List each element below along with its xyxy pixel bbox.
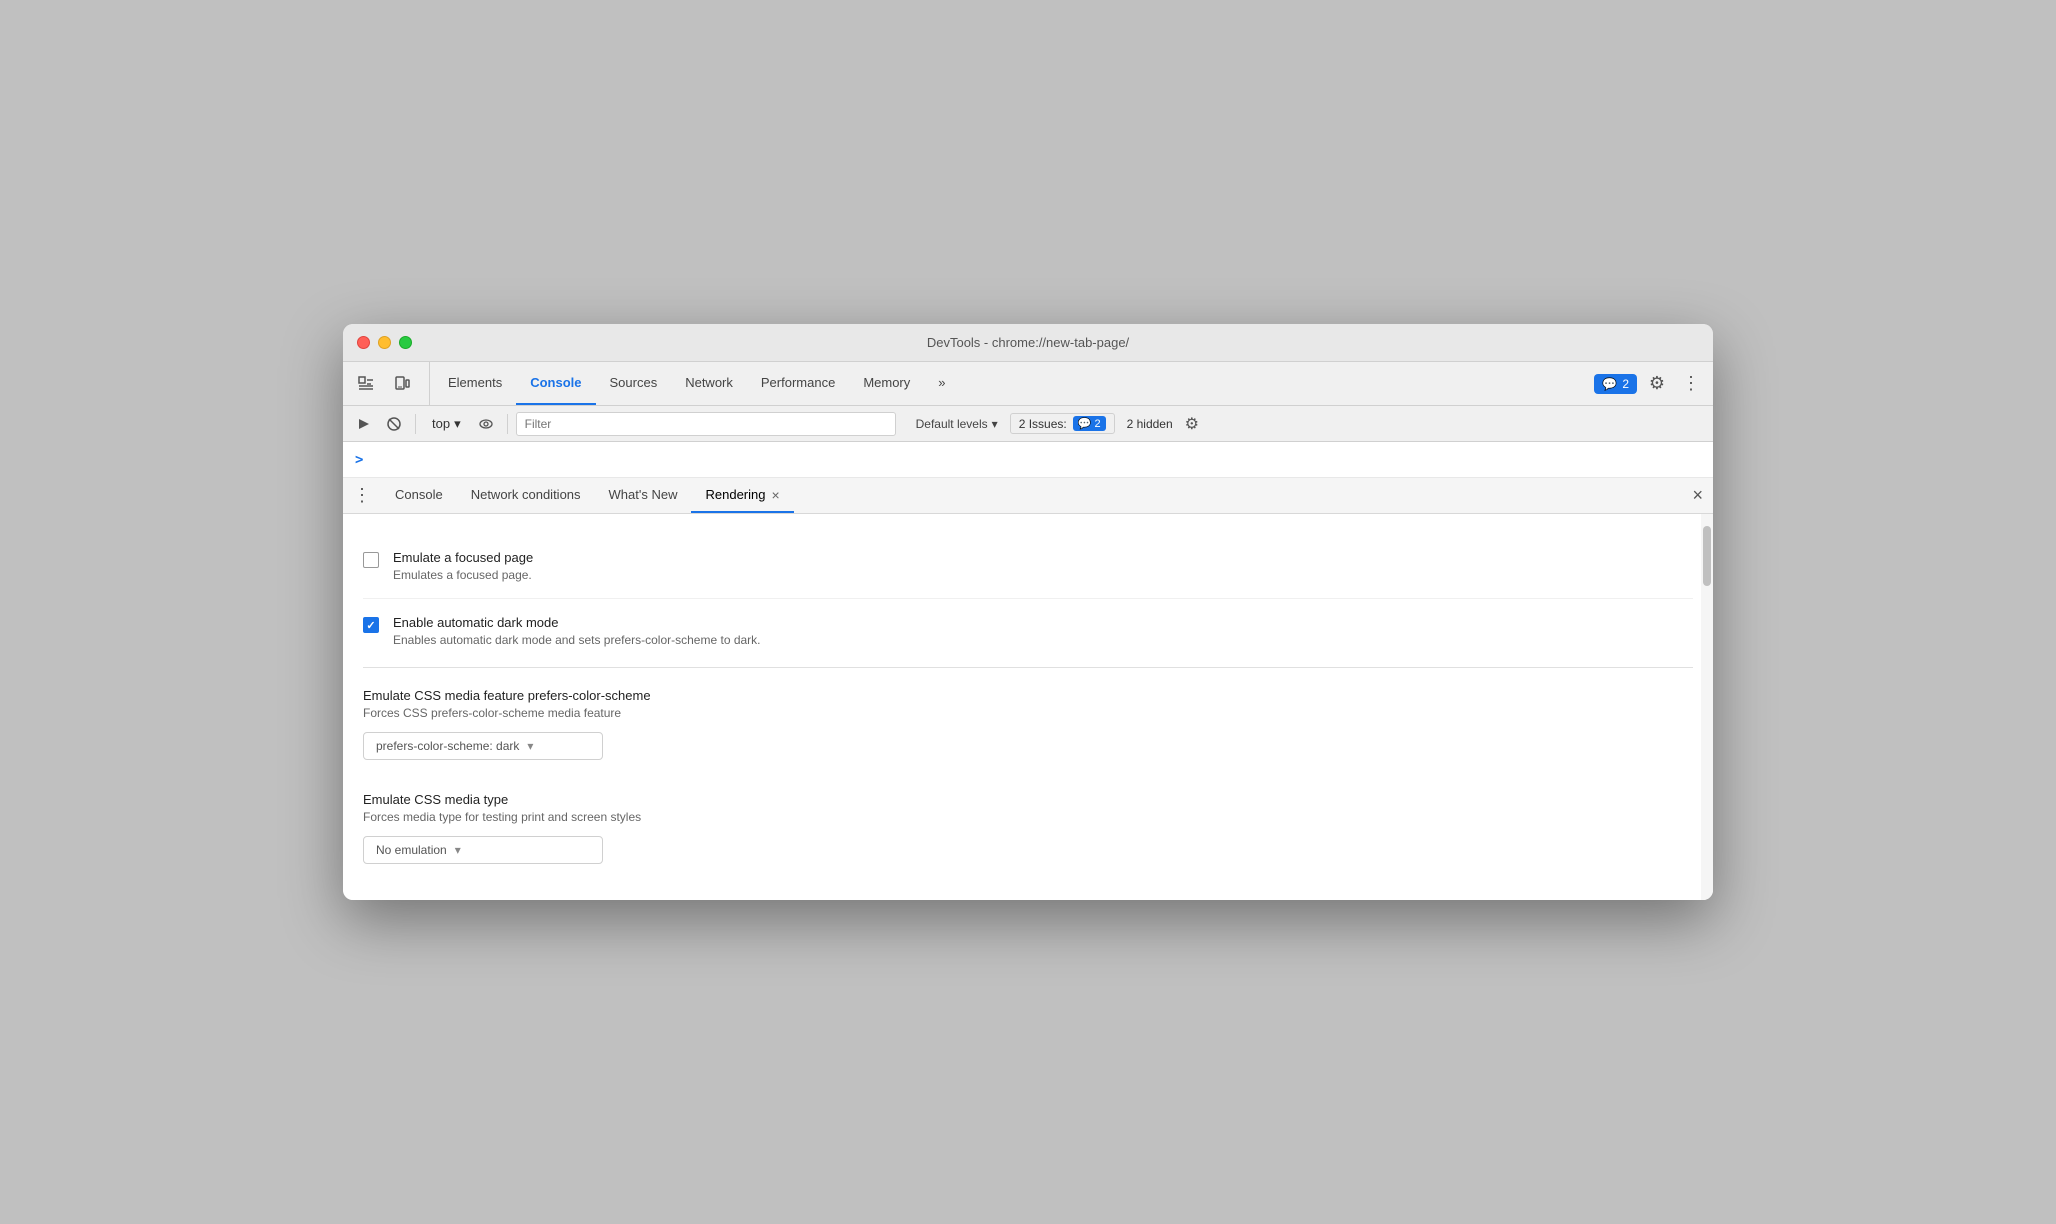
close-drawer-icon[interactable]: ×	[1692, 478, 1713, 513]
tab-console[interactable]: Console	[516, 362, 595, 405]
css-media-title: Emulate CSS media feature prefers-color-…	[363, 688, 1693, 703]
filter-input[interactable]	[516, 412, 896, 436]
more-options-button[interactable]: ⋮	[1677, 370, 1705, 398]
issues-badge-icon: 💬	[1602, 377, 1617, 391]
window-title: DevTools - chrome://new-tab-page/	[927, 335, 1129, 350]
bottom-tab-network-conditions[interactable]: Network conditions	[457, 478, 595, 513]
bottom-tab-menu-icon[interactable]: ⋮	[343, 478, 381, 513]
chevron-down-icon: ▾	[527, 739, 533, 753]
focused-page-checkbox[interactable]	[363, 552, 379, 568]
issues-badge[interactable]: 💬 2	[1594, 374, 1637, 394]
css-media-type-dropdown[interactable]: No emulation ▾	[363, 836, 603, 864]
bottom-tab-rendering[interactable]: Rendering ×	[691, 478, 793, 513]
focused-page-text: Emulate a focused page Emulates a focuse…	[393, 550, 533, 582]
clear-console-button[interactable]	[381, 411, 407, 437]
nav-tabs: Elements Console Sources Network Perform…	[434, 362, 1594, 405]
css-media-value: prefers-color-scheme: dark	[376, 739, 519, 753]
tab-elements[interactable]: Elements	[434, 362, 516, 405]
nav-bar: Elements Console Sources Network Perform…	[343, 362, 1713, 406]
maximize-button[interactable]	[399, 336, 412, 349]
tab-memory[interactable]: Memory	[849, 362, 924, 405]
chevron-down-icon: ▾	[454, 416, 461, 432]
chevron-down-icon: ▾	[455, 843, 461, 857]
css-media-type-desc: Forces media type for testing print and …	[363, 810, 1693, 824]
section-divider	[363, 667, 1693, 668]
bottom-tab-console[interactable]: Console	[381, 478, 457, 513]
css-media-desc: Forces CSS prefers-color-scheme media fe…	[363, 706, 1693, 720]
css-media-section: Emulate CSS media feature prefers-color-…	[363, 672, 1693, 776]
tab-performance[interactable]: Performance	[747, 362, 849, 405]
settings-button[interactable]: ⚙	[1643, 370, 1671, 398]
css-media-type-section: Emulate CSS media type Forces media type…	[363, 776, 1693, 880]
default-levels-selector[interactable]: Default levels ▾	[908, 417, 1006, 431]
bottom-panel: ⋮ Console Network conditions What's New …	[343, 478, 1713, 900]
close-button[interactable]	[357, 336, 370, 349]
run-script-button[interactable]	[351, 411, 377, 437]
rendering-content-wrapper: Emulate a focused page Emulates a focuse…	[343, 514, 1713, 900]
bottom-tab-whats-new[interactable]: What's New	[595, 478, 692, 513]
toolbar-divider-2	[507, 414, 508, 434]
css-media-dropdown[interactable]: prefers-color-scheme: dark ▾	[363, 732, 603, 760]
nav-icons	[351, 362, 430, 405]
nav-right: 💬 2 ⚙ ⋮	[1594, 362, 1705, 405]
css-media-type-title: Emulate CSS media type	[363, 792, 1693, 807]
eye-icon[interactable]	[473, 411, 499, 437]
minimize-button[interactable]	[378, 336, 391, 349]
context-selector[interactable]: top ▾	[424, 416, 469, 432]
device-icon[interactable]	[387, 369, 417, 399]
scrollbar-thumb[interactable]	[1703, 526, 1711, 586]
hidden-count: 2 hidden	[1119, 417, 1181, 431]
console-settings-icon[interactable]: ⚙	[1185, 414, 1199, 434]
rendering-tab-close[interactable]: ×	[771, 488, 779, 502]
dark-mode-desc: Enables automatic dark mode and sets pre…	[393, 633, 761, 647]
dark-mode-text: Enable automatic dark mode Enables autom…	[393, 615, 761, 647]
dark-mode-checkbox[interactable]	[363, 617, 379, 633]
issues-count-badge[interactable]: 2 Issues: 💬 2	[1010, 413, 1115, 434]
css-media-type-value: No emulation	[376, 843, 447, 857]
console-prompt: >	[355, 452, 363, 468]
title-bar: DevTools - chrome://new-tab-page/	[343, 324, 1713, 362]
inspect-icon[interactable]	[351, 369, 381, 399]
tab-more[interactable]: »	[924, 362, 959, 405]
console-input-area[interactable]: >	[343, 442, 1713, 478]
focused-page-title: Emulate a focused page	[393, 550, 533, 565]
main-content: Emulate a focused page Emulates a focuse…	[343, 514, 1713, 900]
dark-mode-setting: Enable automatic dark mode Enables autom…	[363, 598, 1693, 663]
tab-sources[interactable]: Sources	[596, 362, 672, 405]
devtools-window: DevTools - chrome://new-tab-page/	[343, 324, 1713, 900]
focused-page-setting: Emulate a focused page Emulates a focuse…	[363, 534, 1693, 598]
console-toolbar: top ▾ Default levels ▾ 2 Issues: 💬 2 2 h…	[343, 406, 1713, 442]
traffic-lights	[357, 336, 412, 349]
issues-icon: 💬 2	[1073, 416, 1106, 431]
focused-page-desc: Emulates a focused page.	[393, 568, 533, 582]
tab-network[interactable]: Network	[671, 362, 747, 405]
toolbar-divider-1	[415, 414, 416, 434]
rendering-content: Emulate a focused page Emulates a focuse…	[343, 514, 1713, 900]
scrollbar[interactable]	[1701, 514, 1713, 900]
chevron-down-icon: ▾	[992, 417, 998, 431]
dark-mode-title: Enable automatic dark mode	[393, 615, 761, 630]
rendering-settings: Emulate a focused page Emulates a focuse…	[363, 534, 1693, 880]
bottom-tabs-bar: ⋮ Console Network conditions What's New …	[343, 478, 1713, 514]
